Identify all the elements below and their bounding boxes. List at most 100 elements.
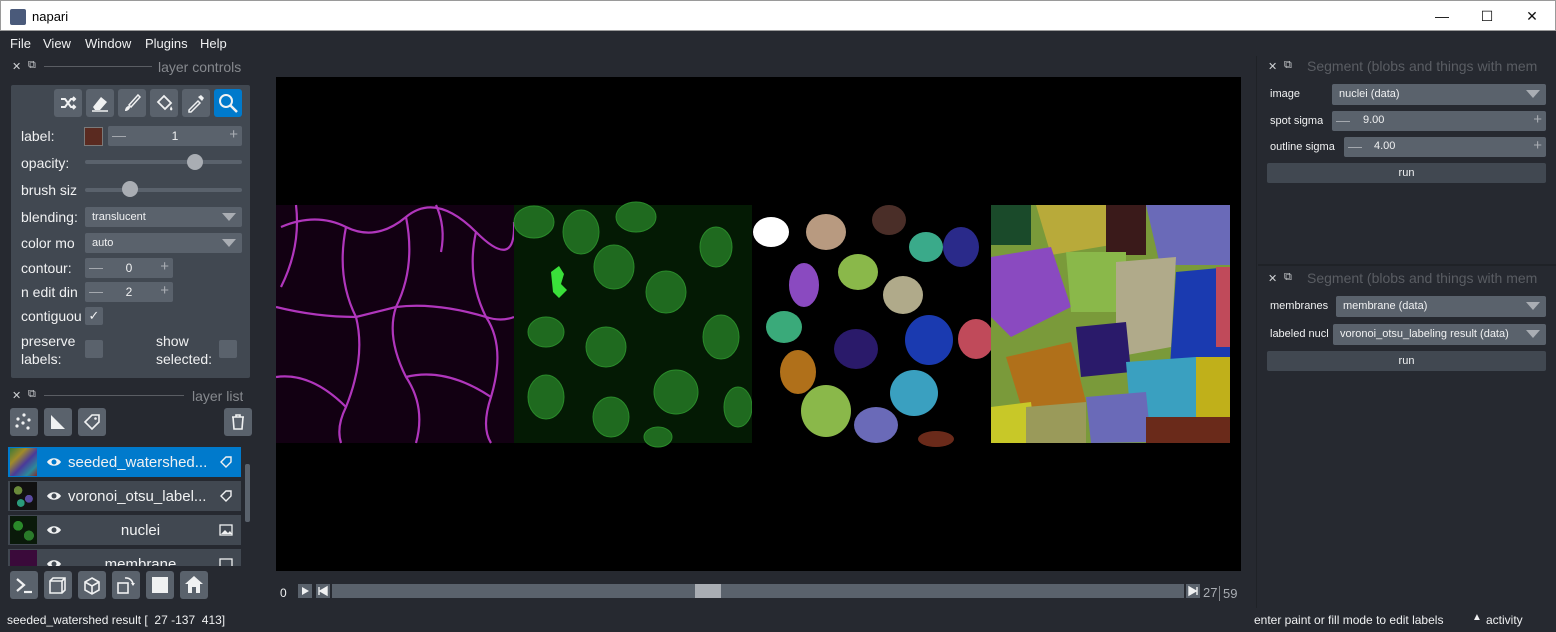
n-edit-dim-label: n edit din bbox=[21, 284, 78, 300]
plus-icon[interactable]: + bbox=[160, 282, 169, 299]
run-button[interactable]: run bbox=[1267, 163, 1546, 183]
ndisplay-button[interactable] bbox=[44, 571, 72, 599]
window-title: napari bbox=[32, 9, 69, 24]
step-forward-button[interactable] bbox=[1186, 584, 1200, 598]
opacity-slider-track[interactable] bbox=[85, 160, 242, 164]
erase-button[interactable] bbox=[86, 89, 114, 117]
roll-dims-button[interactable] bbox=[78, 571, 106, 599]
new-shapes-layer-button[interactable] bbox=[44, 408, 72, 436]
brush-size-slider-track[interactable] bbox=[85, 188, 242, 192]
layer-row[interactable]: membrane bbox=[8, 549, 241, 566]
label-spinbox[interactable]: — 1 + bbox=[108, 126, 242, 146]
eye-icon[interactable] bbox=[46, 488, 62, 504]
color-mode-label: color mo bbox=[21, 235, 75, 251]
blending-dropdown[interactable]: translucent bbox=[85, 207, 242, 227]
dock-close-icon[interactable]: ✕ bbox=[1268, 60, 1277, 73]
eye-icon[interactable] bbox=[46, 556, 62, 566]
eye-icon[interactable] bbox=[46, 454, 62, 470]
image-dropdown[interactable]: nuclei (data) bbox=[1332, 84, 1546, 105]
viewer-canvas[interactable] bbox=[275, 77, 1241, 571]
pick-button[interactable] bbox=[182, 89, 210, 117]
fill-bucket-icon bbox=[156, 94, 173, 111]
dock-close-icon[interactable]: ✕ bbox=[1268, 272, 1277, 285]
reset-view-button[interactable] bbox=[180, 571, 208, 599]
new-points-layer-button[interactable] bbox=[10, 408, 38, 436]
step-back-button[interactable] bbox=[316, 584, 330, 598]
chevron-down-icon bbox=[222, 239, 236, 247]
fill-button[interactable] bbox=[150, 89, 178, 117]
blending-label: blending: bbox=[21, 209, 78, 225]
menu-window[interactable]: Window bbox=[85, 36, 131, 51]
cube-rotate-icon bbox=[84, 577, 100, 595]
dock-float-icon[interactable]: ⧉ bbox=[28, 59, 36, 72]
layer-row[interactable]: nuclei bbox=[8, 515, 241, 545]
n-edit-dim-spinbox[interactable]: — 2 + bbox=[85, 282, 173, 302]
dims-frame-current: 27 bbox=[1203, 585, 1218, 600]
spot-sigma-spinbox[interactable]: — 9.00 + bbox=[1332, 111, 1546, 131]
grid-view-button[interactable] bbox=[146, 571, 174, 599]
shuffle-colors-button[interactable] bbox=[54, 89, 82, 117]
plus-icon[interactable]: + bbox=[160, 258, 169, 275]
layer-row[interactable]: seeded_watershed... bbox=[8, 447, 241, 477]
dock-splitter[interactable] bbox=[1256, 56, 1257, 608]
canvas-image bbox=[275, 201, 1230, 448]
minus-icon[interactable]: — bbox=[1336, 112, 1350, 128]
plus-icon[interactable]: + bbox=[1533, 111, 1542, 128]
plus-icon[interactable]: + bbox=[1533, 137, 1542, 154]
chevron-up-icon[interactable]: ▲ bbox=[1472, 612, 1482, 623]
pan-zoom-button[interactable] bbox=[214, 89, 242, 117]
layer-name: voronoi_otsu_label... bbox=[68, 488, 207, 505]
points-icon bbox=[15, 413, 31, 430]
transpose-button[interactable] bbox=[112, 571, 140, 599]
minimize-icon[interactable]: — bbox=[1419, 1, 1465, 31]
menu-plugins[interactable]: Plugins bbox=[145, 36, 188, 51]
dock-close-icon[interactable]: ✕ bbox=[12, 389, 21, 402]
new-labels-layer-button[interactable] bbox=[78, 408, 106, 436]
activity-button[interactable]: activity bbox=[1486, 613, 1523, 627]
menu-help[interactable]: Help bbox=[200, 36, 227, 51]
labeled-nuclei-dropdown[interactable]: voronoi_otsu_labeling result (data) bbox=[1333, 324, 1546, 345]
scrollbar-handle[interactable] bbox=[245, 464, 250, 522]
layer-list-scrollbar[interactable] bbox=[244, 458, 251, 554]
contiguous-checkbox[interactable]: ✓ bbox=[85, 307, 103, 325]
label-tag-icon bbox=[83, 414, 100, 431]
layer-controls-header: layer controls bbox=[158, 59, 242, 75]
opacity-slider-handle[interactable] bbox=[186, 154, 203, 170]
contour-spinbox[interactable]: — 0 + bbox=[85, 258, 173, 278]
membranes-dropdown[interactable]: membrane (data) bbox=[1336, 296, 1546, 317]
dock-close-icon[interactable]: ✕ bbox=[12, 60, 21, 73]
minus-icon[interactable]: — bbox=[1348, 138, 1362, 154]
show-selected-checkbox[interactable] bbox=[219, 340, 237, 358]
dims-frame-total: 59 bbox=[1219, 586, 1241, 601]
widget1-header: Segment (blobs and things with mem bbox=[1307, 58, 1538, 74]
outline-sigma-spinbox[interactable]: — 4.00 + bbox=[1344, 137, 1546, 157]
dims-slider-handle[interactable] bbox=[695, 584, 722, 598]
color-picker-icon bbox=[188, 95, 204, 113]
menu-view[interactable]: View bbox=[43, 36, 71, 51]
maximize-icon[interactable]: ☐ bbox=[1464, 1, 1510, 31]
dock-float-icon[interactable]: ⧉ bbox=[1284, 59, 1292, 72]
menu-file[interactable]: File bbox=[10, 36, 31, 51]
paint-button[interactable] bbox=[118, 89, 146, 117]
step-forward-icon bbox=[1188, 585, 1198, 597]
chevron-down-icon bbox=[1526, 302, 1540, 310]
close-icon[interactable]: ✕ bbox=[1509, 1, 1555, 31]
layer-row[interactable]: voronoi_otsu_label... bbox=[8, 481, 241, 511]
color-mode-dropdown[interactable]: auto bbox=[85, 233, 242, 253]
label-color-swatch[interactable] bbox=[84, 127, 103, 146]
preserve-labels-checkbox[interactable] bbox=[85, 340, 103, 358]
play-button[interactable] bbox=[298, 584, 312, 598]
chevron-down-icon bbox=[1526, 330, 1540, 338]
dock-splitter[interactable] bbox=[1258, 264, 1556, 266]
chevron-down-icon bbox=[1526, 90, 1540, 98]
delete-layer-button[interactable] bbox=[224, 408, 252, 436]
plus-icon[interactable]: + bbox=[229, 126, 238, 143]
dock-float-icon[interactable]: ⧉ bbox=[1284, 271, 1292, 284]
dims-slider-track[interactable] bbox=[332, 584, 1184, 598]
brush-size-slider-handle[interactable] bbox=[121, 181, 138, 197]
console-button[interactable] bbox=[10, 571, 38, 599]
layer-thumbnail bbox=[10, 448, 37, 476]
eye-icon[interactable] bbox=[46, 522, 62, 538]
run-button[interactable]: run bbox=[1267, 351, 1546, 371]
dock-float-icon[interactable]: ⧉ bbox=[28, 388, 36, 401]
